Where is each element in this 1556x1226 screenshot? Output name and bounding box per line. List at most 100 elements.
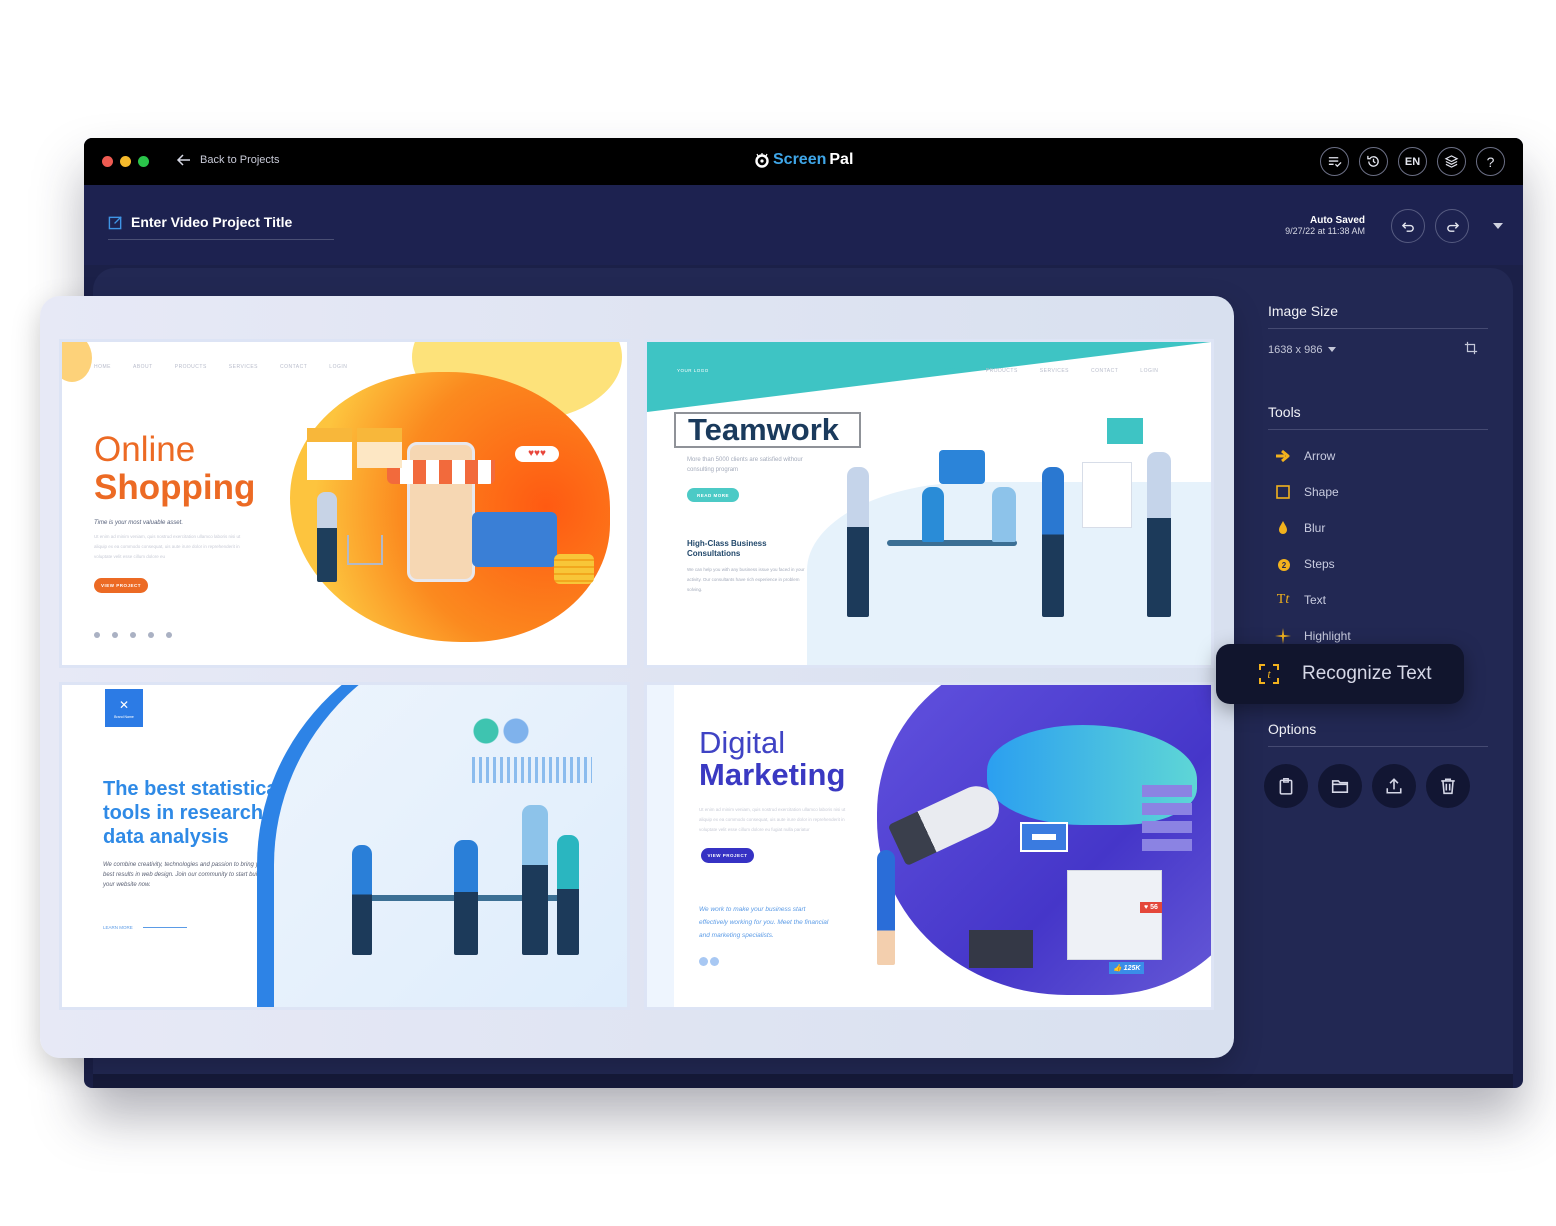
recognize-text-icon: t	[1259, 664, 1279, 684]
illustration-card	[472, 512, 557, 567]
shape-icon	[1274, 483, 1292, 501]
tools-title: Tools	[1268, 404, 1488, 430]
copy-to-clipboard-button[interactable]	[1264, 764, 1308, 808]
svg-text:2: 2	[1282, 561, 1287, 570]
illustration-person-3	[992, 487, 1016, 542]
project-title-input[interactable]: Enter Video Project Title	[108, 214, 334, 240]
nav-item: SERVICES	[228, 364, 258, 370]
site-logo: YOUR LOGO	[677, 368, 709, 373]
illustration-cart	[347, 535, 383, 565]
undo-button[interactable]	[1391, 209, 1425, 243]
recognize-text-button[interactable]: t Recognize Text	[1216, 644, 1464, 704]
tool-blur[interactable]: Blur	[1268, 510, 1488, 546]
tool-label: Arrow	[1304, 449, 1336, 463]
save-to-folder-button[interactable]	[1318, 764, 1362, 808]
nav-item: HOME	[94, 364, 111, 370]
illustration-person-2	[922, 487, 944, 542]
chevron-down-icon	[1328, 347, 1337, 352]
illustration-person-cart	[317, 492, 337, 582]
illustration-stopwatch-bubble	[939, 450, 985, 484]
site-nav: HOME ABOUT PRODUCTS SERVICES CONTACT LOG…	[94, 364, 347, 370]
options-section: Options	[1264, 721, 1488, 808]
illustration-person-2	[454, 840, 478, 955]
illustration-person-3	[522, 805, 548, 955]
tool-label: Text	[1304, 593, 1327, 607]
minimize-window-button[interactable]	[120, 156, 131, 167]
hero-body: Ut enim ad minim veniam, quis nostrud ex…	[699, 807, 846, 832]
nav-item: CONTACT	[280, 364, 308, 370]
nav-item: PRODUCTS	[174, 364, 207, 370]
brand-logo: ✕ Brand Name	[105, 689, 143, 727]
redo-button[interactable]	[1435, 209, 1469, 243]
trash-icon	[1441, 778, 1455, 795]
redo-icon	[1446, 221, 1459, 232]
site-logo-blob	[62, 342, 92, 382]
editor-footer-strip	[93, 1074, 1513, 1088]
illustration-browser-window	[1067, 870, 1162, 960]
side-strip	[647, 685, 674, 1007]
illustration-bar-chart	[472, 757, 592, 783]
back-to-projects-link[interactable]: Back to Projects	[176, 152, 279, 168]
delete-button[interactable]	[1426, 764, 1470, 808]
illustration-checklist	[1142, 785, 1192, 857]
edit-icon	[108, 216, 122, 230]
tool-label: Steps	[1304, 557, 1335, 571]
likes-badge: ♥ 56	[1140, 902, 1162, 913]
illustration-sign-1	[307, 428, 352, 480]
tool-shape[interactable]: Shape	[1268, 474, 1488, 510]
close-window-button[interactable]	[102, 156, 113, 167]
checklist-button[interactable]	[1320, 147, 1349, 176]
help-button[interactable]: ?	[1476, 147, 1505, 176]
recognized-text-box[interactable]: Teamwork	[674, 412, 861, 448]
blur-icon	[1274, 519, 1292, 537]
hero-heading-light: Digital	[699, 725, 786, 760]
hero-heading: Teamwork	[688, 412, 840, 447]
highlight-icon	[1274, 627, 1292, 645]
image-thumbnail-statistics[interactable]: ✕ Brand Name The best statistical tools i…	[62, 685, 627, 1007]
illustration-video-card	[1020, 822, 1068, 852]
options-title: Options	[1268, 721, 1488, 747]
illustration-sign-2	[357, 428, 402, 468]
view-project-button: VIEW PROJECT	[94, 578, 148, 593]
layers-button[interactable]	[1437, 147, 1466, 176]
read-more-button: READ MORE	[687, 488, 739, 502]
logo-text-screen: Screen	[773, 151, 827, 168]
illustration-woman	[877, 850, 895, 965]
nav-item: LOGIN	[1140, 368, 1159, 374]
tool-steps[interactable]: 2 Steps	[1268, 546, 1488, 582]
illustration-monitor	[969, 930, 1033, 968]
image-thumbnail-teamwork[interactable]: YOUR LOGO ABOUT PRODUCTS SERVICES CONTAC…	[647, 342, 1211, 665]
history-button[interactable]	[1359, 147, 1388, 176]
illustration-coins	[554, 554, 594, 584]
illustration-person-4	[557, 835, 579, 955]
tool-arrow[interactable]: Arrow	[1268, 438, 1488, 474]
language-button[interactable]: EN	[1398, 147, 1427, 176]
image-thumbnail-digital-marketing[interactable]: Digital Marketing Ut enim ad minim venia…	[647, 685, 1211, 1007]
image-size-select[interactable]: 1638 x 986	[1268, 344, 1337, 356]
nav-item: CONTACT	[1091, 368, 1119, 374]
social-icons	[94, 632, 172, 638]
upload-button[interactable]	[1372, 764, 1416, 808]
site-nav: ABOUT PRODUCTS SERVICES CONTACT LOGIN	[944, 368, 1158, 374]
tool-text[interactable]: Tt Text	[1268, 582, 1488, 618]
screenpal-logo: Screen Pal	[754, 151, 853, 169]
illustration-percent-badge	[1107, 418, 1143, 444]
illustration-person-5	[1147, 452, 1171, 617]
clipboard-icon	[1279, 778, 1293, 795]
image-size-title: Image Size	[1268, 303, 1488, 329]
section-title: High-Class Business Consultations	[687, 539, 767, 558]
help-icon: ?	[1486, 153, 1495, 170]
hero-heading-light: Online	[94, 430, 196, 469]
titlebar: Back to Projects Screen Pal EN ?	[84, 138, 1523, 185]
tool-label: Blur	[1304, 521, 1326, 535]
crop-button[interactable]	[1464, 341, 1478, 358]
illustration-hearts-bubble: ♥♥♥	[515, 446, 559, 462]
illustration-pie-charts	[472, 717, 532, 745]
image-gallery-overlay: HOME ABOUT PRODUCTS SERVICES CONTACT LOG…	[40, 296, 1234, 1058]
language-label: EN	[1404, 155, 1421, 168]
maximize-window-button[interactable]	[138, 156, 149, 167]
hero-body: Ut enim ad minim veniam, quis nostrud ex…	[94, 534, 241, 559]
image-thumbnail-online-shopping[interactable]: HOME ABOUT PRODUCTS SERVICES CONTACT LOG…	[62, 342, 627, 665]
more-dropdown-caret-icon[interactable]	[1493, 223, 1503, 229]
nav-item: ABOUT	[133, 364, 153, 370]
